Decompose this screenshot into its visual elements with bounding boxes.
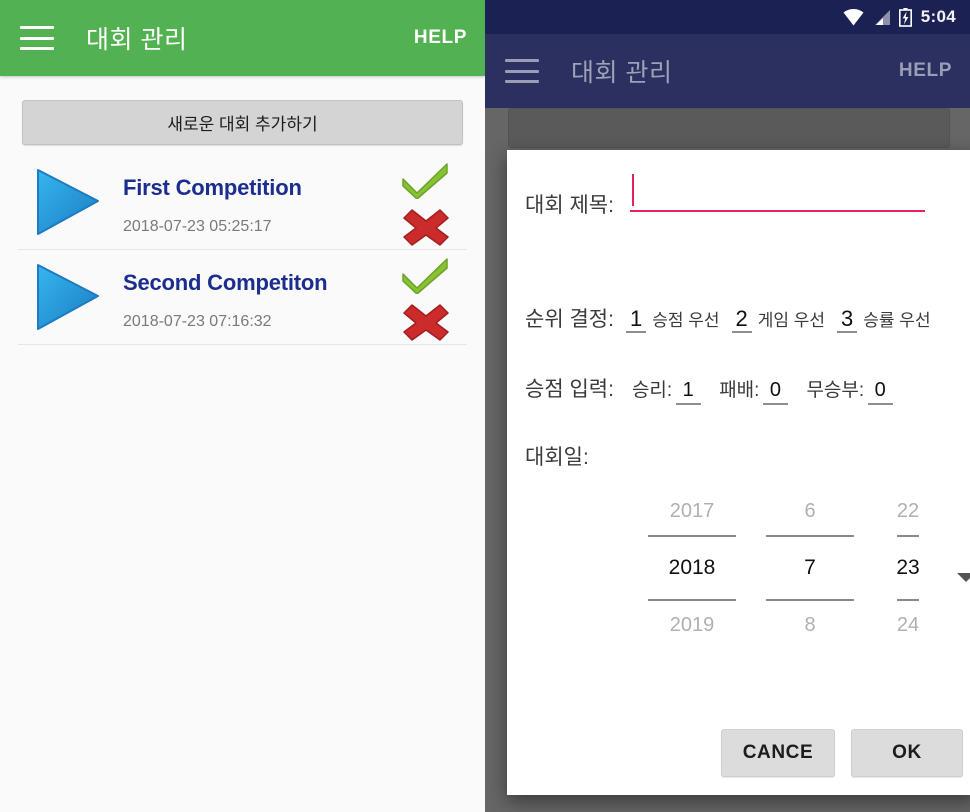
hamburger-bar — [505, 59, 539, 62]
right-app-bar: 대회 관리 HELP — [485, 34, 970, 108]
rank-option-2[interactable]: 2 게임 우선 — [731, 306, 826, 334]
hamburger-bar — [20, 47, 54, 50]
right-phone-screen: 5:04 대회 관리 HELP 대회 제목: 순위 결정: 1 승점 우선 2 … — [485, 0, 970, 812]
competition-date: 2018-07-23 07:16:32 — [123, 313, 272, 330]
cancel-button[interactable]: CANCE — [721, 729, 835, 777]
dialog-content: 대회 제목: 순위 결정: 1 승점 우선 2 게임 우선 3 승률 우선 승점… — [507, 150, 970, 795]
rank-option-2-number[interactable]: 2 — [731, 307, 752, 334]
page-title: 대회 관리 — [86, 26, 188, 54]
month-next-value[interactable]: 8 — [804, 601, 815, 649]
hamburger-bar — [20, 36, 54, 40]
competition-name: Second Competiton — [123, 270, 328, 295]
battery-charging-icon — [898, 7, 912, 27]
year-selected-value[interactable]: 2018 — [669, 537, 716, 599]
dialog-action-bar: CANCE OK — [507, 729, 970, 777]
status-bar: 5:04 — [485, 0, 970, 34]
year-previous-value[interactable]: 2017 — [670, 487, 715, 535]
dimmed-add-competition-button — [508, 108, 950, 148]
cell-signal-icon — [874, 9, 890, 25]
red-cross-icon[interactable] — [403, 207, 449, 247]
points-win-group: 승리: 1 — [631, 375, 702, 406]
points-field-row: 승점 입력: 승리: 1 패배: 0 무승부: 0 — [525, 373, 970, 406]
year-next-value[interactable]: 2019 — [670, 601, 715, 649]
date-picker-day-column[interactable]: 22 23 24 — [869, 487, 947, 649]
points-loss-input[interactable]: 0 — [763, 379, 789, 406]
rank-option-3-label: 승률 우선 — [863, 311, 931, 330]
points-loss-label: 패배: — [719, 380, 760, 402]
month-previous-value[interactable]: 6 — [804, 487, 815, 535]
day-next-value[interactable]: 24 — [897, 601, 919, 649]
title-field-label: 대회 제목: — [525, 194, 614, 217]
add-competition-button[interactable]: 새로운 대회 추가하기 — [22, 100, 463, 145]
date-picker-year-column[interactable]: 2017 2018 2019 — [633, 487, 751, 649]
points-draw-input[interactable]: 0 — [868, 379, 894, 406]
hamburger-bar — [505, 69, 539, 73]
help-button[interactable]: HELP — [899, 60, 952, 82]
play-triangle-icon[interactable] — [28, 260, 106, 334]
points-win-label: 승리: — [631, 380, 673, 402]
status-bar-clock: 5:04 — [920, 7, 956, 26]
list-item[interactable]: First Competition 2018-07-23 05:25:17 — [18, 155, 467, 250]
status-icons — [843, 7, 912, 27]
text-cursor — [631, 174, 634, 206]
month-selected-value[interactable]: 7 — [804, 537, 816, 599]
competition-list: First Competition 2018-07-23 05:25:17 Se… — [0, 155, 485, 345]
help-button[interactable]: HELP — [414, 27, 467, 49]
day-previous-value[interactable]: 22 — [897, 487, 919, 535]
date-picker-month-column[interactable]: 6 7 8 — [751, 487, 869, 649]
rank-option-1-number[interactable]: 1 — [625, 307, 647, 334]
competition-title-input[interactable] — [629, 174, 925, 212]
dual-screenshot-container: 대회 관리 HELP 새로운 대회 추가하기 First Competition… — [0, 0, 970, 812]
hamburger-bar — [20, 26, 54, 29]
date-picker: 2017 2018 2019 6 7 8 22 23 24 — [633, 487, 970, 649]
rank-option-3-number[interactable]: 3 — [837, 307, 858, 334]
hamburger-menu-icon[interactable] — [505, 59, 539, 83]
hamburger-bar — [505, 80, 539, 83]
points-draw-group: 무승부: 0 — [806, 375, 894, 406]
hamburger-menu-icon[interactable] — [20, 26, 54, 50]
left-phone-screen: 대회 관리 HELP 새로운 대회 추가하기 First Competition… — [0, 0, 485, 812]
rank-field-row: 순위 결정: 1 승점 우선 2 게임 우선 3 승률 우선 — [525, 303, 970, 334]
rank-option-1[interactable]: 1 승점 우선 — [625, 306, 720, 334]
green-check-icon[interactable] — [399, 161, 451, 199]
wifi-icon — [843, 8, 864, 25]
points-field-label: 승점 입력: — [525, 378, 614, 402]
red-cross-icon[interactable] — [403, 302, 449, 342]
points-draw-label: 무승부: — [806, 380, 865, 402]
rank-field-label: 순위 결정: — [525, 308, 614, 331]
left-app-bar: 대회 관리 HELP — [0, 0, 485, 76]
list-item[interactable]: Second Competiton 2018-07-23 07:16:32 — [18, 250, 467, 345]
date-field-label: 대회일: — [525, 446, 589, 470]
day-selected-value[interactable]: 23 — [896, 537, 919, 599]
rank-option-3[interactable]: 3 승률 우선 — [837, 306, 931, 334]
ok-button[interactable]: OK — [851, 729, 963, 777]
points-loss-group: 패배: 0 — [719, 375, 789, 406]
competition-name: First Competition — [123, 175, 302, 200]
points-win-input[interactable]: 1 — [676, 379, 702, 406]
play-triangle-icon[interactable] — [28, 165, 106, 239]
rank-option-1-label: 승점 우선 — [652, 311, 720, 330]
rank-option-2-label: 게임 우선 — [757, 311, 826, 330]
page-title: 대회 관리 — [571, 59, 673, 87]
competition-date: 2018-07-23 05:25:17 — [123, 218, 272, 235]
new-competition-dialog: 대회 제목: 순위 결정: 1 승점 우선 2 게임 우선 3 승률 우선 승점… — [507, 150, 970, 795]
title-field-row: 대회 제목: — [525, 174, 970, 219]
green-check-icon[interactable] — [399, 256, 451, 294]
chevron-down-icon[interactable] — [957, 573, 970, 583]
left-content: 새로운 대회 추가하기 First Competition 2018-07-23… — [0, 100, 485, 345]
